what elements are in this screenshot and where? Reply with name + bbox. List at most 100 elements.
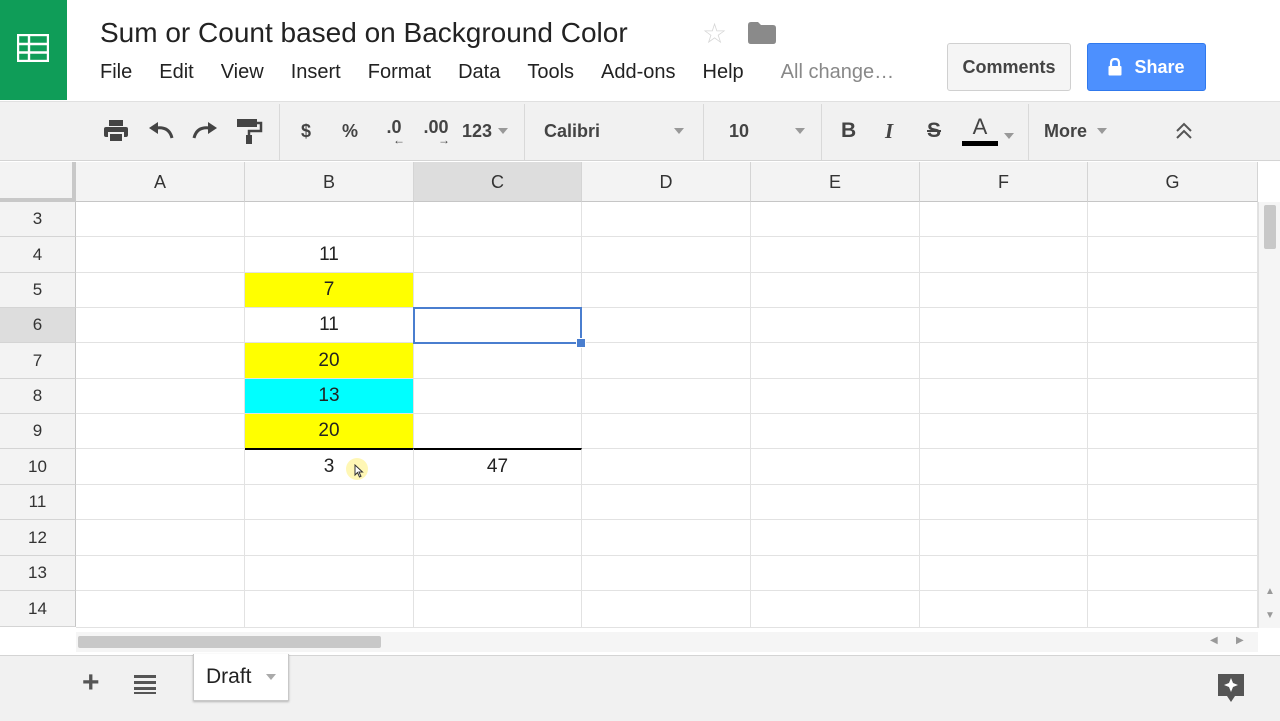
cell-a9[interactable] (76, 414, 245, 449)
cell-d10[interactable] (582, 449, 751, 485)
cell-g8[interactable] (1088, 379, 1258, 414)
scroll-up-icon[interactable]: ▲ (1265, 586, 1275, 597)
cell-c12[interactable] (414, 520, 582, 556)
chevron-down-icon[interactable] (266, 674, 276, 680)
more-dropdown[interactable]: More (1044, 102, 1108, 160)
menu-data[interactable]: Data (458, 61, 500, 87)
cell-a12[interactable] (76, 520, 245, 556)
cell-b14[interactable] (245, 591, 414, 628)
column-header-d[interactable]: D (582, 162, 751, 202)
select-all-corner[interactable] (0, 162, 76, 202)
row-header-4[interactable]: 4 (0, 237, 76, 273)
save-status[interactable]: All change… (781, 61, 894, 87)
all-sheets-list-icon[interactable] (134, 674, 156, 694)
cell-c3[interactable] (414, 202, 582, 237)
horizontal-scroll-thumb[interactable] (78, 636, 381, 648)
active-cell-selection[interactable] (413, 307, 582, 344)
percent-format-button[interactable]: % (342, 102, 358, 160)
cell-g4[interactable] (1088, 237, 1258, 273)
cell-a5[interactable] (76, 273, 245, 308)
cell-e7[interactable] (751, 343, 920, 379)
row-header-11[interactable]: 11 (0, 485, 76, 520)
chevron-down-icon[interactable] (1004, 133, 1014, 139)
row-header-8[interactable]: 8 (0, 379, 76, 414)
cell-c9[interactable] (414, 414, 582, 449)
star-icon[interactable]: ☆ (702, 17, 727, 50)
paint-format-icon[interactable] (235, 102, 263, 160)
column-header-e[interactable]: E (751, 162, 920, 202)
cell-e3[interactable] (751, 202, 920, 237)
cell-a7[interactable] (76, 343, 245, 379)
cell-g13[interactable] (1088, 556, 1258, 591)
cell-g6[interactable] (1088, 308, 1258, 343)
cell-b13[interactable] (245, 556, 414, 591)
cell-c11[interactable] (414, 485, 582, 520)
column-header-c[interactable]: C (414, 162, 582, 202)
italic-button[interactable]: I (885, 102, 893, 160)
row-header-13[interactable]: 13 (0, 556, 76, 591)
document-title[interactable]: Sum or Count based on Background Color (100, 17, 628, 49)
menu-file[interactable]: File (100, 61, 132, 87)
more-formats-dropdown[interactable]: 123 (462, 102, 509, 160)
spreadsheet-grid[interactable]: A B C D E F G 3 4 5 6 7 8 9 10 11 12 13 … (0, 162, 1258, 628)
row-header-14[interactable]: 14 (0, 591, 76, 627)
row-header-5[interactable]: 5 (0, 273, 76, 308)
cell-d4[interactable] (582, 237, 751, 273)
cell-e6[interactable] (751, 308, 920, 343)
text-color-button[interactable]: A (962, 102, 998, 160)
column-header-g[interactable]: G (1088, 162, 1258, 202)
cell-b4[interactable]: 11 (245, 237, 414, 273)
cell-g12[interactable] (1088, 520, 1258, 556)
cell-e12[interactable] (751, 520, 920, 556)
cell-d13[interactable] (582, 556, 751, 591)
cell-d3[interactable] (582, 202, 751, 237)
cell-g10[interactable] (1088, 449, 1258, 485)
font-family-dropdown[interactable]: Calibri (544, 102, 684, 160)
cell-d12[interactable] (582, 520, 751, 556)
vertical-scrollbar[interactable]: ▲ ▼ (1258, 202, 1280, 628)
cell-f11[interactable] (920, 485, 1088, 520)
share-button[interactable]: Share (1087, 43, 1206, 91)
menu-view[interactable]: View (221, 61, 264, 87)
cell-e14[interactable] (751, 591, 920, 628)
row-header-6[interactable]: 6 (0, 308, 76, 343)
cell-d6[interactable] (582, 308, 751, 343)
cell-f6[interactable] (920, 308, 1088, 343)
cell-f13[interactable] (920, 556, 1088, 591)
cell-d5[interactable] (582, 273, 751, 308)
cell-a4[interactable] (76, 237, 245, 273)
horizontal-scrollbar[interactable]: ◀ ▶ (76, 632, 1258, 652)
cell-a8[interactable] (76, 379, 245, 414)
cell-b11[interactable] (245, 485, 414, 520)
cell-a11[interactable] (76, 485, 245, 520)
cell-e9[interactable] (751, 414, 920, 449)
scroll-down-icon[interactable]: ▼ (1265, 610, 1275, 621)
cell-f14[interactable] (920, 591, 1088, 628)
column-header-f[interactable]: F (920, 162, 1088, 202)
row-header-7[interactable]: 7 (0, 343, 76, 379)
cell-g3[interactable] (1088, 202, 1258, 237)
menu-edit[interactable]: Edit (159, 61, 193, 87)
increase-decimals-button[interactable]: .00 → (422, 102, 450, 160)
redo-icon[interactable] (191, 102, 219, 160)
row-header-3[interactable]: 3 (0, 202, 76, 237)
cell-e8[interactable] (751, 379, 920, 414)
cell-a13[interactable] (76, 556, 245, 591)
cell-b9[interactable]: 20 (245, 414, 414, 449)
cell-c8[interactable] (414, 379, 582, 414)
cell-e11[interactable] (751, 485, 920, 520)
undo-icon[interactable] (147, 102, 175, 160)
currency-format-button[interactable]: $ (301, 102, 311, 160)
column-header-b[interactable]: B (245, 162, 414, 202)
cell-b5[interactable]: 7 (245, 273, 414, 308)
cell-f3[interactable] (920, 202, 1088, 237)
cell-b12[interactable] (245, 520, 414, 556)
cell-g11[interactable] (1088, 485, 1258, 520)
vertical-scroll-thumb[interactable] (1264, 205, 1276, 249)
scroll-left-icon[interactable]: ◀ (1210, 635, 1218, 646)
row-header-10[interactable]: 10 (0, 449, 76, 485)
cell-e5[interactable] (751, 273, 920, 308)
column-header-a[interactable]: A (76, 162, 245, 202)
folder-icon[interactable] (748, 22, 776, 44)
cell-b8[interactable]: 13 (245, 379, 414, 414)
